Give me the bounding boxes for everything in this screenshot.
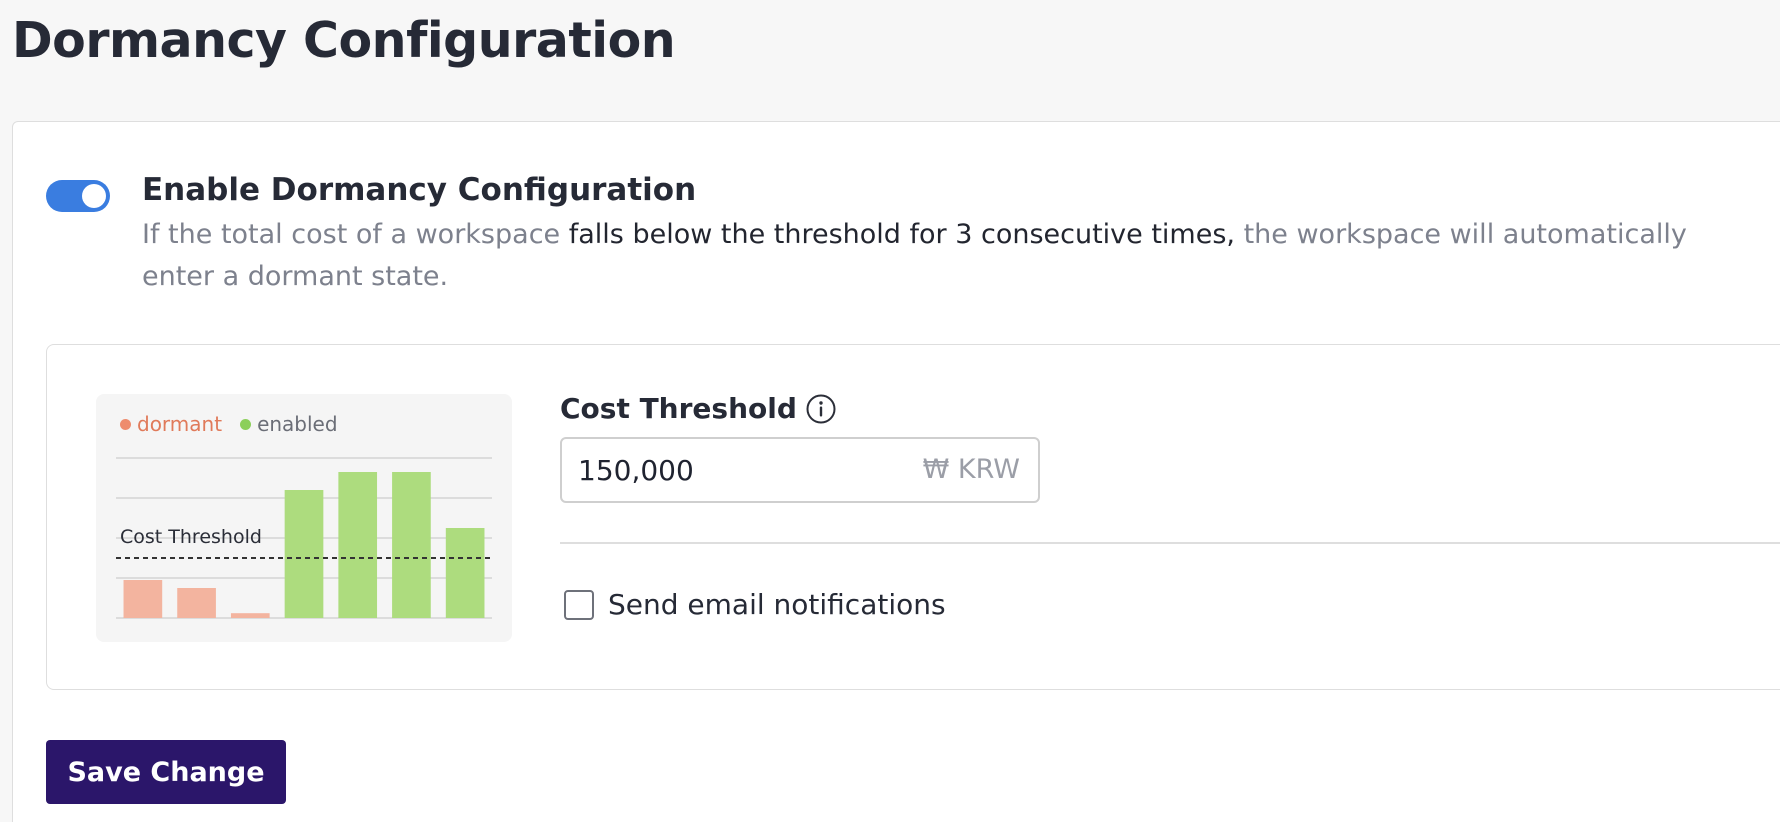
dormancy-toggle[interactable]	[46, 180, 110, 212]
currency-suffix: ₩ KRW	[922, 454, 1020, 485]
email-notifications-label: Send email notifications	[608, 588, 946, 621]
email-notifications-checkbox[interactable]	[564, 589, 594, 620]
description-highlight: falls below the threshold for 3 consecut…	[568, 219, 1235, 250]
cost-threshold-label-text: Cost Threshold	[560, 392, 797, 425]
legend-dot-enabled	[240, 418, 252, 430]
chart-legend: dormant enabled	[120, 412, 338, 436]
legend-item-dormant: dormant	[120, 412, 222, 436]
save-change-button[interactable]: Save Change	[46, 740, 286, 804]
dormancy-chart: dormant enabled Cost Threshold	[96, 394, 512, 642]
toggle-knob	[82, 184, 106, 208]
chart-bar-dormant	[177, 588, 216, 618]
chart-bar-enabled	[338, 472, 378, 618]
enable-dormancy-description: If the total cost of a workspace falls b…	[142, 214, 1702, 298]
legend-label-enabled: enabled	[257, 412, 338, 436]
chart-bar-enabled	[445, 528, 485, 618]
info-icon[interactable]	[805, 393, 837, 425]
section-divider	[560, 542, 1780, 544]
legend-dot-dormant	[120, 418, 131, 430]
chart-threshold-label: Cost Threshold	[120, 526, 262, 548]
chart-bar-enabled	[284, 490, 324, 618]
chart-bar-enabled	[392, 472, 431, 618]
email-notifications-option[interactable]: Send email notifications	[564, 588, 946, 621]
chart-bar-dormant	[123, 580, 163, 618]
legend-item-enabled: enabled	[240, 412, 338, 436]
chart-bar-dormant	[230, 613, 270, 618]
enable-dormancy-title: Enable Dormancy Configuration	[142, 172, 697, 208]
cost-threshold-field: ₩ KRW	[560, 437, 1040, 503]
legend-label-dormant: dormant	[137, 412, 223, 436]
description-text-1: If the total cost of a workspace	[142, 219, 569, 250]
cost-threshold-label: Cost Threshold	[560, 392, 837, 425]
cost-threshold-input[interactable]	[578, 439, 918, 501]
page-title: Dormancy Configuration	[12, 12, 676, 69]
